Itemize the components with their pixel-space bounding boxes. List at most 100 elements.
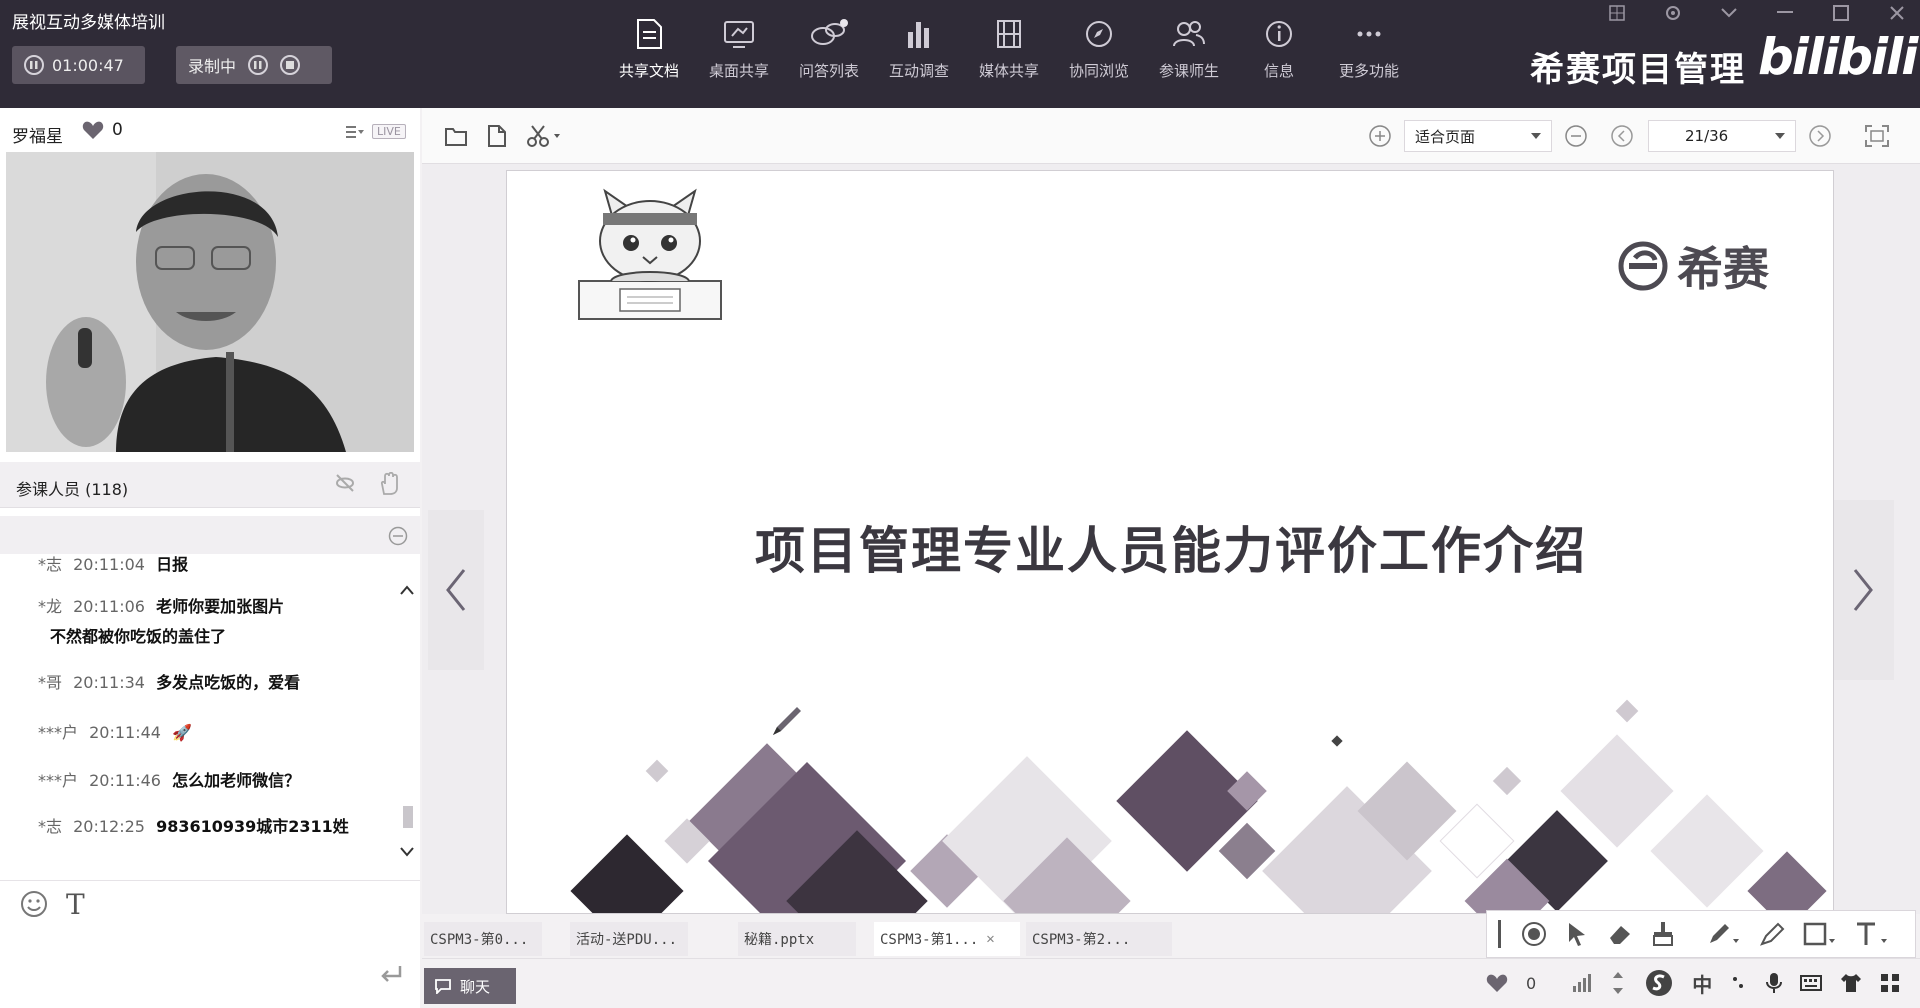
stop-recording-icon[interactable] <box>280 55 301 75</box>
fullscreen-icon[interactable] <box>1864 124 1890 148</box>
page-select[interactable]: 21/36 <box>1648 120 1796 152</box>
maximize-icon[interactable] <box>1832 4 1850 22</box>
toolbox-grid-icon[interactable] <box>1880 973 1900 993</box>
clear-broom-icon[interactable] <box>1651 921 1675 947</box>
chat-bubble-icon <box>435 979 451 994</box>
file-tools <box>444 124 562 148</box>
prev-slide-button[interactable] <box>428 510 484 670</box>
toolbar-item-info[interactable]: 信息 <box>1234 18 1324 81</box>
pen-icon[interactable] <box>1707 921 1741 947</box>
toolbar-item-share-doc[interactable]: 共享文档 <box>604 18 694 81</box>
heart-icon[interactable] <box>1486 973 1508 993</box>
zoom-in-icon[interactable] <box>1368 124 1392 148</box>
doc-tab[interactable]: CSPM3-第2... <box>1026 922 1172 956</box>
doc-tab[interactable]: 活动-送PDU... <box>570 922 688 956</box>
list-menu-icon <box>346 125 364 138</box>
xisai-logo-icon <box>1618 241 1668 291</box>
drag-handle-icon[interactable] <box>1497 920 1503 948</box>
watermark-logo: bilibili <box>1758 28 1918 86</box>
laser-pointer-icon[interactable] <box>1521 921 1547 947</box>
file-icon[interactable] <box>486 124 508 148</box>
eraser-icon[interactable] <box>1607 922 1633 946</box>
cobrowse-icon <box>1086 21 1112 47</box>
toolbar-item-cobrowse[interactable]: 协同浏览 <box>1054 18 1144 81</box>
chevron-down-icon[interactable] <box>1720 4 1738 22</box>
cat-mascot-image <box>575 185 725 335</box>
scissors-icon[interactable] <box>526 124 562 148</box>
prev-page-icon[interactable] <box>1610 124 1636 148</box>
toolbar-item-participants[interactable]: 参课师生 <box>1144 18 1234 81</box>
slide[interactable]: 希赛 项目管理专业人员能力评价工作介绍 <box>506 170 1834 914</box>
rocket-emoji: 🚀 <box>172 723 192 742</box>
toolbar-item-more[interactable]: 更多功能 <box>1324 18 1414 81</box>
info-icon <box>1266 21 1292 47</box>
next-page-icon[interactable] <box>1808 124 1834 148</box>
doc-tab[interactable]: CSPM3-第0... <box>424 922 542 956</box>
keyboard-icon[interactable] <box>1800 975 1823 991</box>
pause-recording-icon[interactable] <box>248 55 269 75</box>
minimize-icon[interactable] <box>1776 4 1794 22</box>
text-tool-icon[interactable] <box>1855 921 1889 947</box>
microphone-icon[interactable] <box>1766 972 1783 994</box>
raise-hand-icon[interactable] <box>378 472 400 496</box>
chat-message-continuation: 不然都被你吃饭的盖住了 <box>50 627 227 646</box>
text-format-icon[interactable]: T <box>66 888 85 921</box>
chat-input-area[interactable] <box>0 880 420 1008</box>
rectangle-tool-icon[interactable] <box>1803 921 1837 947</box>
toolbar-item-media-share[interactable]: 媒体共享 <box>964 18 1054 81</box>
pause-icon <box>24 55 44 75</box>
ime-mode-label[interactable]: 中 <box>1692 969 1712 998</box>
grid-icon[interactable] <box>1608 4 1626 22</box>
send-icon[interactable] <box>380 964 404 984</box>
folder-icon[interactable] <box>444 125 468 147</box>
collapse-icon[interactable] <box>388 526 408 546</box>
timer-text: 01:00:47 <box>52 55 124 75</box>
host-video <box>6 152 414 452</box>
next-slide-button[interactable] <box>1832 500 1894 680</box>
chevron-left-icon <box>446 569 466 611</box>
desktop-share-icon <box>724 21 754 48</box>
toolbar-item-poll[interactable]: 互动调查 <box>874 18 964 81</box>
brand-title: 希赛项目管理 <box>1530 50 1746 90</box>
highlighter-icon[interactable] <box>1759 921 1785 947</box>
drawing-toolbar <box>1486 910 1916 958</box>
qa-list-icon <box>811 19 848 45</box>
settings-icon[interactable] <box>1664 4 1682 22</box>
toolbar-item-qa[interactable]: 问答列表 <box>784 18 874 81</box>
close-icon[interactable] <box>1888 4 1906 22</box>
host-likes[interactable]: 0 <box>82 120 123 140</box>
network-updown-icon <box>1613 972 1624 994</box>
emoji-icon[interactable] <box>20 890 48 918</box>
decorative-diamond-pattern <box>570 699 1827 913</box>
app-title: 展视互动多媒体培训 <box>12 13 165 33</box>
recording-control[interactable]: 录制中 <box>176 46 332 84</box>
sogou-ime-icon[interactable] <box>1644 968 1674 998</box>
doc-tab-active[interactable]: CSPM3-第1... ✕ <box>874 922 1020 956</box>
chat-header <box>0 516 420 554</box>
participants-icon <box>1173 21 1205 47</box>
recording-label: 录制中 <box>188 57 237 76</box>
live-indicator[interactable]: LIVE <box>346 124 406 139</box>
mute-all-icon[interactable] <box>334 472 356 494</box>
host-name: 罗福星 <box>12 127 63 147</box>
cursor-icon[interactable] <box>1565 921 1589 947</box>
chat-tab-button[interactable]: 聊天 <box>424 968 516 1004</box>
participants-label: 参课人员 (118) <box>16 480 129 499</box>
bottom-likes-count: 0 <box>1526 973 1537 993</box>
chat-message-list[interactable]: *志 20:11:04 日报 *龙 20:11:06 老师你要加张图片 不然都被… <box>0 554 400 876</box>
zoom-mode-select[interactable]: 适合页面 <box>1404 120 1552 152</box>
heart-icon <box>82 121 104 139</box>
skin-shirt-icon[interactable] <box>1840 973 1862 993</box>
zoom-out-icon[interactable] <box>1564 124 1588 148</box>
zoom-controls: 适合页面 21/36 <box>1368 120 1890 152</box>
doc-tab[interactable]: 秘籍.pptx <box>738 922 856 956</box>
chat-scrollbar[interactable] <box>398 578 416 864</box>
dropdown-arrow-icon <box>1531 133 1541 139</box>
live-badge: LIVE <box>372 124 406 139</box>
close-tab-icon[interactable]: ✕ <box>986 931 994 947</box>
timer-display[interactable]: 01:00:47 <box>12 46 145 84</box>
punctuation-icon[interactable] <box>1730 974 1748 992</box>
toolbar-item-desktop-share[interactable]: 桌面共享 <box>694 18 784 81</box>
likes-count: 0 <box>112 120 123 140</box>
presenter-video-frame <box>6 152 414 452</box>
